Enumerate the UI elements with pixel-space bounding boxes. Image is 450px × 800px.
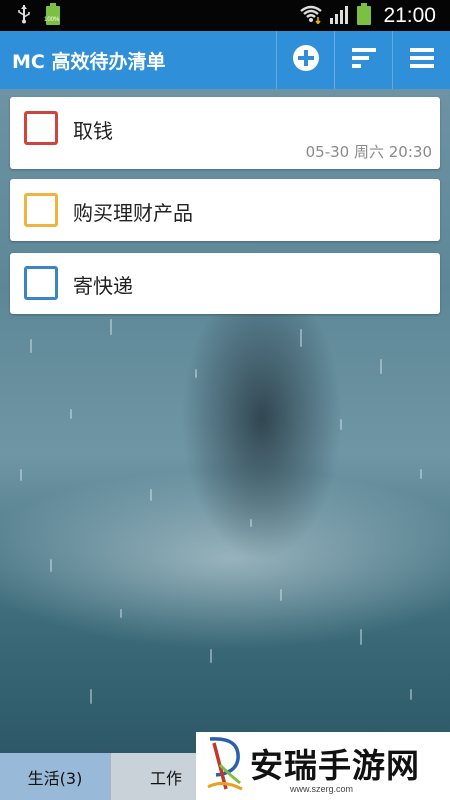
watermark-url: www.szerg.com xyxy=(290,784,354,794)
add-icon xyxy=(292,44,320,76)
signal-icon xyxy=(329,4,351,28)
task-item[interactable]: 寄快递 xyxy=(10,253,440,314)
wifi-icon xyxy=(299,4,323,28)
sort-icon xyxy=(350,46,378,74)
tab-life[interactable]: 生活(3) xyxy=(0,753,111,800)
status-clock: 21:00 xyxy=(383,3,436,27)
app-title: MC 高效待办清单 xyxy=(12,50,166,73)
battery-label: 100% xyxy=(44,16,60,23)
menu-button[interactable] xyxy=(392,31,450,89)
task-item[interactable]: 取钱 05-30 周六 20:30 xyxy=(10,97,440,169)
task-checkbox[interactable] xyxy=(24,193,58,227)
task-checkbox[interactable] xyxy=(24,266,58,300)
usb-icon xyxy=(16,4,32,28)
site-watermark: 安瑞手游网 www.szerg.com xyxy=(196,732,450,800)
task-checkbox[interactable] xyxy=(24,111,58,145)
add-task-button[interactable] xyxy=(276,31,334,89)
task-due-date: 05-30 周六 20:30 xyxy=(305,143,432,161)
task-item[interactable]: 购买理财产品 xyxy=(10,179,440,241)
watermark-logo-icon xyxy=(204,735,246,797)
task-title: 寄快递 xyxy=(73,274,133,298)
status-bar: 100% 21:00 xyxy=(0,0,450,31)
task-title: 取钱 xyxy=(73,119,113,143)
battery-icon: 100% xyxy=(44,2,60,29)
sort-button[interactable] xyxy=(334,31,392,89)
app-bar: MC 高效待办清单 xyxy=(0,31,450,89)
task-title: 购买理财产品 xyxy=(73,201,193,225)
battery-full-icon xyxy=(357,2,372,29)
menu-icon xyxy=(408,46,436,74)
watermark-text: 安瑞手游网 xyxy=(250,746,420,785)
